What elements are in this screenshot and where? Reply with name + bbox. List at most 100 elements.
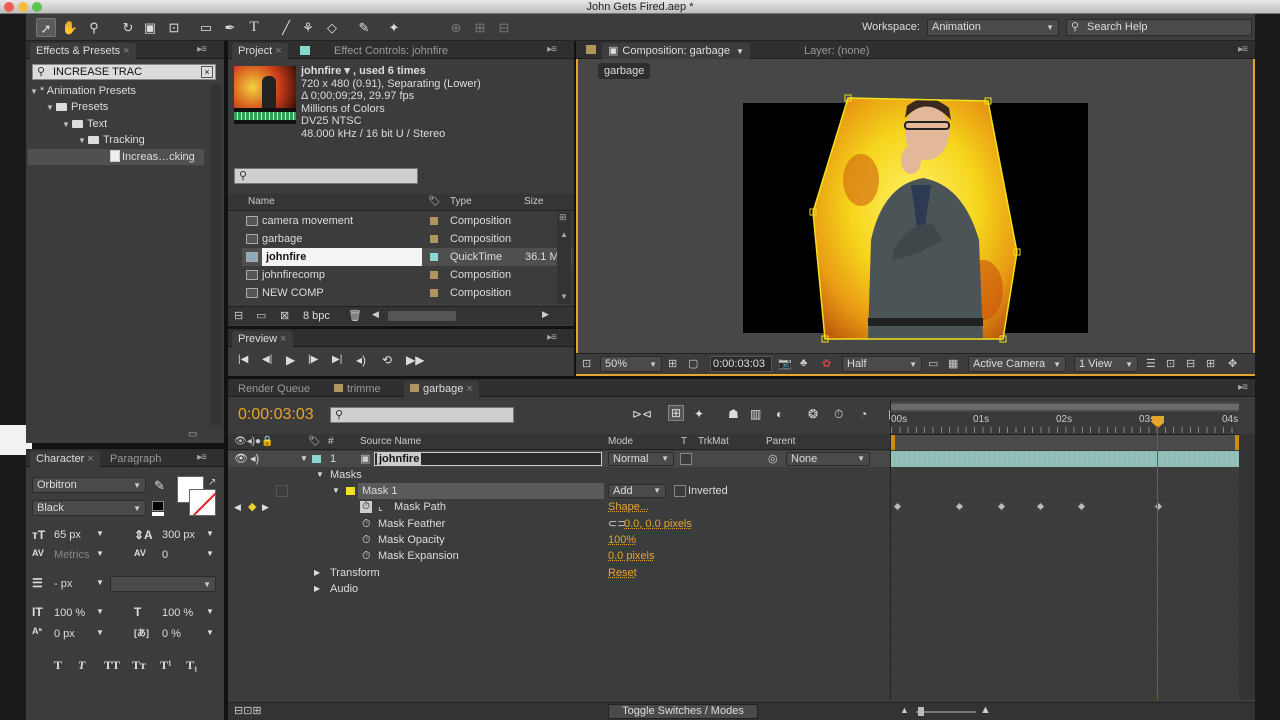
close-icon[interactable]: × (275, 45, 281, 57)
col-type[interactable]: Type (450, 194, 472, 210)
transparency-grid-icon[interactable]: ▦ (948, 357, 958, 370)
view-axis-icon[interactable]: ⊟ (494, 18, 514, 37)
scroll-left-icon[interactable]: ◀ (372, 309, 379, 320)
exposure-icon[interactable]: ✥ (1228, 357, 1237, 370)
tab-composition-garbage[interactable]: ▣ Composition: garbage ▼ (602, 43, 750, 59)
panel-menu-icon[interactable]: ▸≡ (547, 44, 557, 55)
masks-group-row[interactable]: ▼ Masks (228, 467, 890, 483)
fast-previews-icon[interactable]: ⊡ (1166, 357, 1175, 370)
mask-name[interactable]: Mask 1 (358, 483, 604, 499)
chevron-down-icon[interactable]: ▼ (96, 529, 104, 538)
col-size[interactable]: Size (524, 194, 543, 210)
time-navigator[interactable] (891, 402, 1239, 412)
zoom-slider[interactable] (916, 711, 976, 713)
panel-menu-icon[interactable]: ▸≡ (547, 332, 557, 343)
chevron-down-icon[interactable]: ▼ (206, 628, 214, 637)
rectangle-tool-icon[interactable]: ▭ (196, 18, 216, 37)
safe-zones-icon[interactable]: ⊞ (668, 357, 677, 370)
triangle-down-icon[interactable]: ▼ (300, 451, 308, 467)
lock-icon[interactable] (586, 45, 596, 54)
col-trkmat[interactable]: TrkMat (698, 434, 729, 450)
font-size-value[interactable]: 65 px (54, 529, 81, 541)
tab-project[interactable]: Project × (232, 43, 288, 59)
mask-lock-box[interactable] (276, 485, 288, 497)
pan-behind-tool-icon[interactable]: ⊡ (164, 18, 184, 37)
tab-garbage[interactable]: garbage × (404, 381, 479, 397)
stopwatch-icon[interactable]: ⏱ (362, 548, 371, 564)
mask-mode-select[interactable]: Add ▼ (608, 484, 666, 498)
comp-current-time[interactable]: 0:00:03:03 (710, 356, 772, 372)
chevron-down-icon[interactable]: ▼ (206, 549, 214, 558)
search-help-field[interactable]: ⚲ Search Help (1066, 19, 1252, 36)
white-swatch[interactable] (152, 512, 164, 516)
magnification-select[interactable]: 50% ▼ (600, 356, 662, 372)
mask-color-swatch[interactable] (346, 487, 355, 495)
expand-switches-icon[interactable]: ⊟⊡⊞ (234, 704, 262, 717)
type-tool-icon[interactable]: T (244, 18, 264, 37)
close-icon[interactable]: × (466, 383, 472, 395)
tab-effects-presets[interactable]: Effects & Presets × (30, 43, 136, 59)
faux-italic-button[interactable]: T (78, 658, 85, 673)
tree-item-preset[interactable]: Increas…cking (28, 149, 204, 165)
list-item[interactable]: NEW COMP Composition (242, 284, 572, 302)
pen-tool-icon[interactable]: ✒ (220, 18, 240, 37)
list-item[interactable]: johnfire QuickTime 36.1 M (242, 248, 572, 266)
list-item[interactable]: johnfirecomp Composition (242, 266, 572, 284)
transform-reset-link[interactable]: Reset (608, 565, 637, 581)
puppet-pin-tool-icon[interactable]: ✦ (384, 18, 404, 37)
audio-row[interactable]: ▶ Audio (228, 581, 890, 597)
time-navigator-bar[interactable] (891, 404, 1239, 410)
brush-tool-icon[interactable]: ╱ (276, 18, 296, 37)
tab-effect-controls[interactable]: Effect Controls: johnfire (328, 43, 454, 59)
horizontal-scale-value[interactable]: 100 % (162, 607, 193, 619)
project-search-input[interactable]: ⚲ (234, 168, 418, 184)
tab-trimme[interactable]: trimme (328, 381, 387, 397)
frame-blending-icon[interactable]: ▥ (750, 407, 761, 421)
list-item[interactable]: camera movement Composition (242, 212, 572, 230)
scroll-right-icon[interactable]: ▶ (542, 309, 549, 320)
bpc-button[interactable]: 8 bpc (303, 310, 330, 322)
chevron-down-icon[interactable]: ▼ (206, 607, 214, 616)
chevron-down-icon[interactable]: ▼ (736, 47, 744, 56)
stopwatch-icon[interactable]: ⏱ (362, 532, 371, 548)
triangle-right-icon[interactable]: ▶ (314, 565, 320, 581)
next-frame-icon[interactable]: |▶ (308, 354, 318, 365)
show-snapshot-icon[interactable]: ♣ (800, 357, 807, 369)
work-area-start[interactable] (891, 435, 895, 450)
mask-expansion-value[interactable]: 0.0 pixels (608, 548, 654, 564)
time-ruler[interactable]: 00s 01s 02s 03s 04s (891, 412, 1239, 434)
trash-icon[interactable]: 🗑 (348, 309, 362, 322)
col-parent[interactable]: Parent (766, 434, 795, 450)
layer-row[interactable]: 👁 ◂) ▼ 1 ▣ johnfire Normal ▼ ◎ None ▼ (228, 451, 890, 467)
pick-whip-icon[interactable]: ◎ (768, 451, 778, 467)
graph-editor-icon[interactable]: ◔ (860, 407, 867, 421)
zoom-tool-icon[interactable]: ⚲ (84, 18, 104, 37)
tab-preview[interactable]: Preview × (232, 331, 293, 347)
flowchart-icon[interactable]: ⊞ (1206, 357, 1215, 370)
camera-tool-icon[interactable]: ▣ (140, 18, 160, 37)
rotate-tool-icon[interactable]: ↻ (118, 18, 138, 37)
inverted-checkbox[interactable] (674, 485, 686, 497)
transform-row[interactable]: ▶ Transform Reset (228, 565, 890, 581)
preserve-transparency-checkbox[interactable] (680, 453, 692, 465)
region-of-interest-icon[interactable]: ▭ (928, 357, 938, 370)
snapshot-icon[interactable]: 📷 (778, 357, 792, 370)
panel-menu-icon[interactable]: ▸≡ (197, 452, 207, 463)
chevron-down-icon[interactable]: ▼ (206, 529, 214, 538)
project-scrollbar[interactable]: ⊞ ▲ ▼ (557, 212, 571, 304)
scroll-down-icon[interactable]: ▼ (560, 292, 568, 301)
triangle-down-icon[interactable]: ▼ (316, 467, 324, 483)
stopwatch-icon[interactable]: ⏱ (360, 501, 372, 513)
eraser-tool-icon[interactable]: ◇ (322, 18, 342, 37)
chevron-down-icon[interactable]: ▼ (96, 549, 104, 558)
panel-menu-icon[interactable]: ▸≡ (1238, 44, 1248, 55)
blend-mode-select[interactable]: Normal ▼ (608, 452, 674, 466)
panel-menu-icon[interactable]: ▸≡ (197, 44, 207, 55)
camera-view-select[interactable]: Active Camera ▼ (968, 356, 1066, 372)
motion-blur-icon[interactable]: ◐ (776, 407, 783, 421)
work-area-bar[interactable] (891, 434, 1239, 450)
panel-menu-icon[interactable]: ▸≡ (1238, 382, 1248, 393)
brainstorm-icon[interactable]: ❂ (808, 407, 818, 421)
tracking-value[interactable]: 0 (162, 549, 168, 561)
audio-icon[interactable]: ◂) (250, 451, 259, 467)
